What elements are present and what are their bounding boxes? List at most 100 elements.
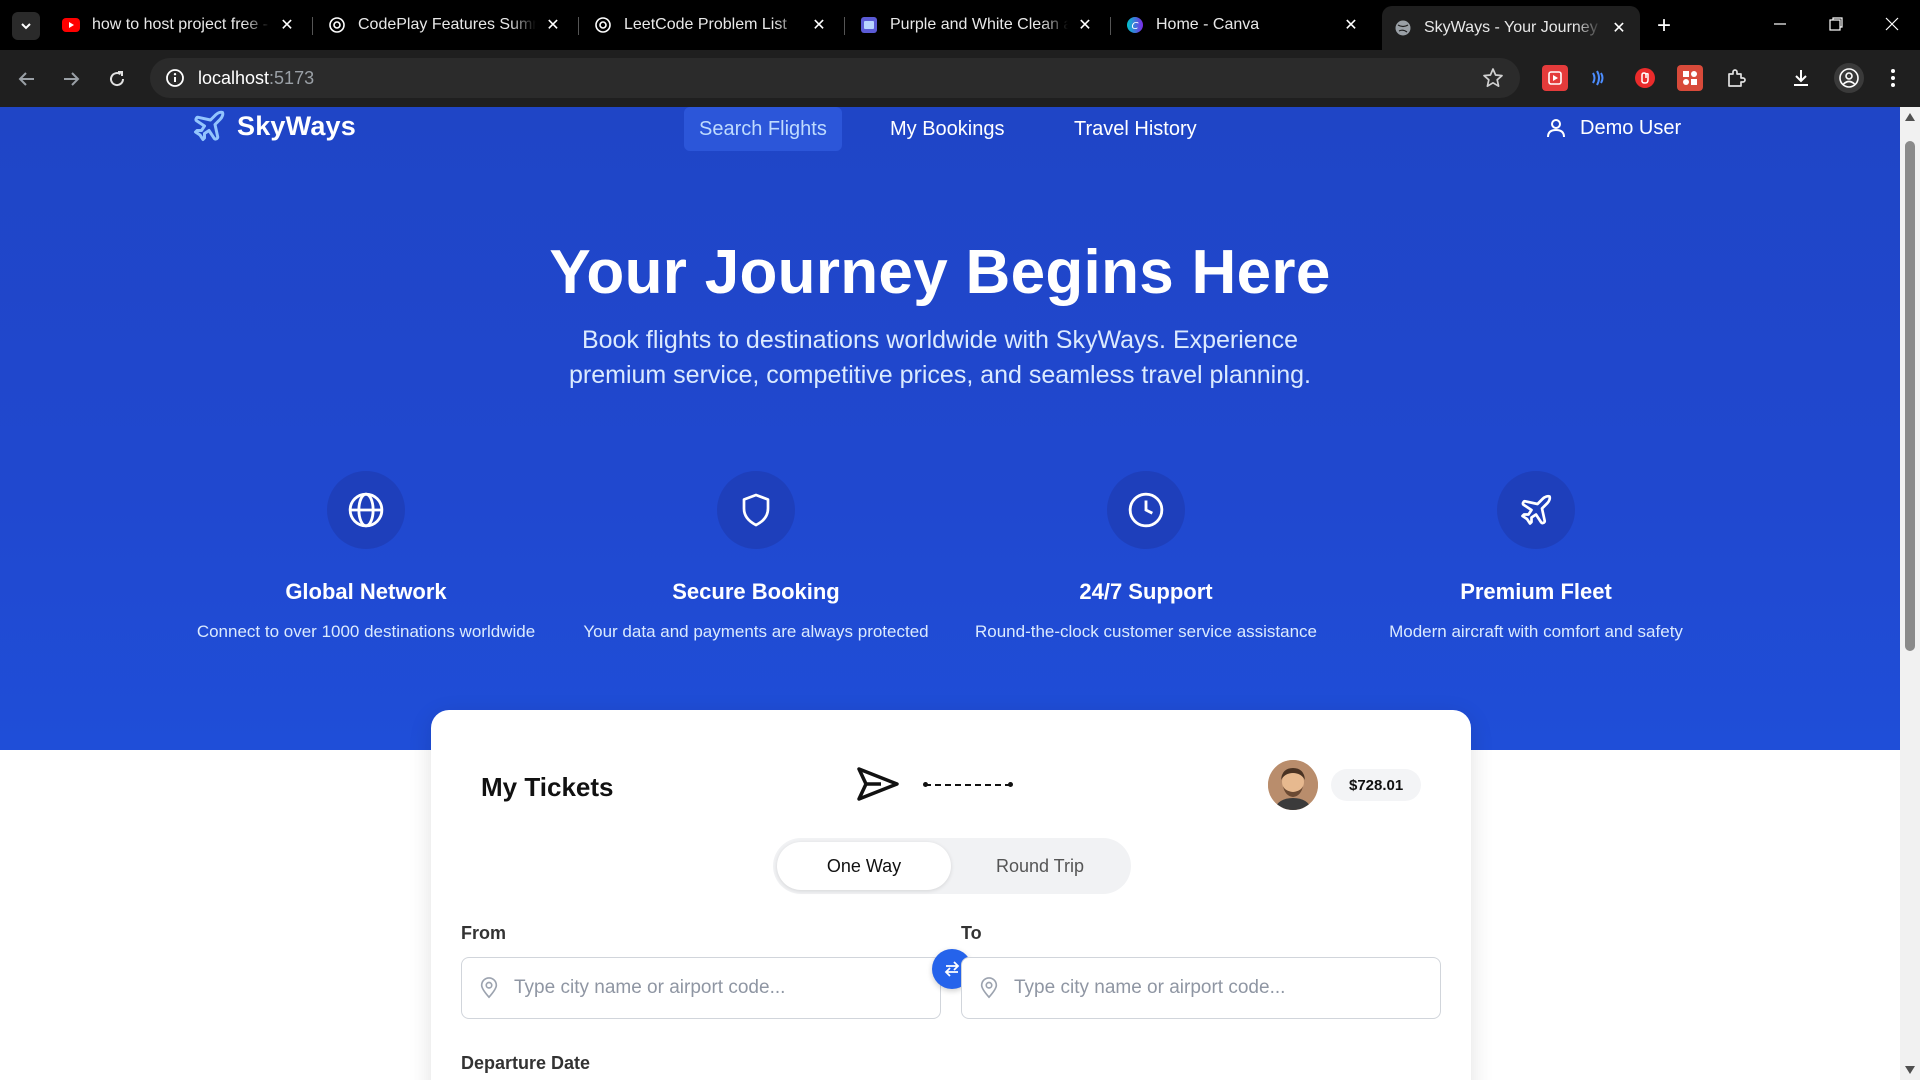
departure-date-label: Departure Date [461, 1053, 591, 1073]
feature-title: Premium Fleet [1460, 579, 1612, 604]
nav-my-bookings[interactable]: My Bookings [875, 107, 1020, 151]
scroll-up-arrow[interactable] [1905, 113, 1915, 121]
globe-icon [327, 471, 405, 549]
browser-tab[interactable]: LeetCode Problem List ✕ [582, 8, 840, 42]
profile-avatar-icon[interactable] [1834, 63, 1864, 93]
new-tab-button[interactable]: + [1650, 12, 1678, 40]
reload-button[interactable] [102, 64, 132, 94]
nav-travel-history[interactable]: Travel History [1059, 107, 1212, 151]
ticket-price-badge: $728.01 [1331, 769, 1422, 801]
close-tab-icon[interactable]: ✕ [1342, 16, 1360, 34]
clock-icon [1107, 471, 1185, 549]
close-tab-icon[interactable]: ✕ [278, 16, 296, 34]
feature-description: Round-the-clock customer service assista… [974, 622, 1318, 641]
trip-type-toggle: One Way Round Trip [773, 838, 1131, 894]
one-way-tab[interactable]: One Way [777, 842, 951, 890]
send-plane-icon [857, 767, 899, 801]
openai-icon [594, 16, 612, 34]
feature-title: 24/7 Support [1079, 579, 1213, 604]
feature-description: Connect to over 1000 destinations worldw… [196, 622, 536, 641]
user-name: Demo User [1580, 116, 1682, 139]
minimize-button[interactable] [1752, 0, 1808, 48]
extension-icon[interactable] [1677, 65, 1703, 91]
address-bar[interactable]: localhost:5173 [150, 58, 1520, 98]
openai-icon [328, 16, 346, 34]
browser-tab[interactable]: how to host project free - YouTube ✕ [50, 8, 308, 42]
from-input[interactable] [514, 977, 914, 999]
tab-title: SkyWays - Your Journey Begins Here [1424, 19, 1602, 36]
map-pin-icon [980, 977, 998, 999]
extensions-puzzle-icon[interactable] [1723, 65, 1749, 91]
nav-search-flights[interactable]: Search Flights [684, 107, 842, 151]
user-menu[interactable]: Demo User [1544, 107, 1681, 149]
youtube-icon [62, 16, 80, 34]
swap-arrows-icon [944, 961, 960, 977]
url-port: :5173 [269, 67, 315, 88]
close-window-button[interactable] [1864, 0, 1920, 48]
shield-icon [717, 471, 795, 549]
chevron-down-icon [21, 23, 31, 30]
browser-tab[interactable]: Purple and White Clean and Minimal ✕ [848, 8, 1106, 42]
hero-title: Your Journey Begins Here [549, 238, 1331, 307]
page-scrollbar[interactable] [1900, 107, 1920, 1080]
hero-section: SkyWays Search Flights My Bookings Trave… [0, 107, 1900, 750]
scroll-down-arrow[interactable] [1905, 1066, 1915, 1074]
feature-global-network: Global Network Connect to over 1000 dest… [186, 471, 546, 644]
extension-icon[interactable] [1542, 65, 1568, 91]
browser-tab[interactable]: CodePlay Features Summary ✕ [316, 8, 574, 42]
close-tab-icon[interactable]: ✕ [544, 16, 562, 34]
arrow-left-icon [18, 72, 34, 86]
from-label: From [461, 923, 506, 943]
close-tab-icon[interactable]: ✕ [1610, 19, 1628, 37]
svg-text:C: C [1132, 21, 1139, 32]
from-field[interactable] [461, 957, 941, 1019]
browser-tab-active[interactable]: SkyWays - Your Journey Begins Here ✕ [1382, 6, 1640, 50]
tickets-card: My Tickets $728.01 One Way Round Trip Fr… [431, 710, 1471, 1080]
tab-title: how to host project free - YouTube [92, 16, 270, 33]
brand-name: SkyWays [237, 110, 356, 141]
close-tab-icon[interactable]: ✕ [1076, 16, 1094, 34]
extension-icon[interactable] [1586, 65, 1612, 91]
tab-title: Home - Canva [1156, 16, 1260, 33]
browser-toolbar: localhost:5173 [0, 50, 1920, 107]
tab-title: LeetCode Problem List [624, 16, 787, 33]
to-field[interactable] [961, 957, 1441, 1019]
browser-tab-strip: how to host project free - YouTube ✕ Cod… [0, 0, 1920, 50]
canva-doc-icon [860, 16, 878, 34]
feature-premium-fleet: Premium Fleet Modern aircraft with comfo… [1356, 471, 1716, 644]
brand-logo[interactable]: SkyWays [191, 107, 356, 145]
round-trip-tab[interactable]: Round Trip [953, 842, 1127, 890]
plane-logo-icon [194, 110, 225, 141]
url-host: localhost [198, 67, 270, 88]
tickets-title: My Tickets [481, 772, 614, 802]
scroll-thumb[interactable] [1905, 141, 1915, 651]
restore-button[interactable] [1808, 0, 1864, 48]
feature-description: Modern aircraft with comfort and safety [1389, 622, 1683, 641]
plane-icon [1497, 471, 1575, 549]
arrow-right-icon [64, 72, 80, 86]
forward-button[interactable] [56, 64, 86, 94]
extension-icon[interactable] [1632, 65, 1658, 91]
reload-icon [110, 71, 125, 87]
back-button[interactable] [12, 64, 42, 94]
map-pin-icon [480, 977, 498, 999]
bookmark-star-icon[interactable] [1482, 67, 1504, 94]
tab-search-button[interactable] [12, 12, 40, 40]
download-icon[interactable] [1788, 65, 1814, 91]
to-input[interactable] [1014, 977, 1414, 999]
globe-icon [1394, 19, 1412, 37]
minimize-icon [1774, 23, 1786, 25]
feature-description: Your data and payments are always protec… [583, 622, 929, 641]
hero-subtitle: Book flights to destinations worldwide w… [569, 326, 1311, 389]
close-tab-icon[interactable]: ✕ [810, 16, 828, 34]
site-info-icon[interactable] [164, 67, 186, 89]
feature-secure-booking: Secure Booking Your data and payments ar… [576, 471, 936, 644]
browser-tab[interactable]: C Home - Canva ✕ [1114, 8, 1372, 42]
feature-title: Secure Booking [672, 579, 840, 604]
tab-title: Purple and White Clean and Minimal [890, 16, 1068, 33]
browser-menu-icon[interactable] [1880, 65, 1906, 91]
route-dashed-line [923, 782, 1013, 787]
canva-icon: C [1126, 16, 1144, 34]
avatar[interactable] [1268, 760, 1318, 810]
feature-title: Global Network [285, 579, 447, 604]
